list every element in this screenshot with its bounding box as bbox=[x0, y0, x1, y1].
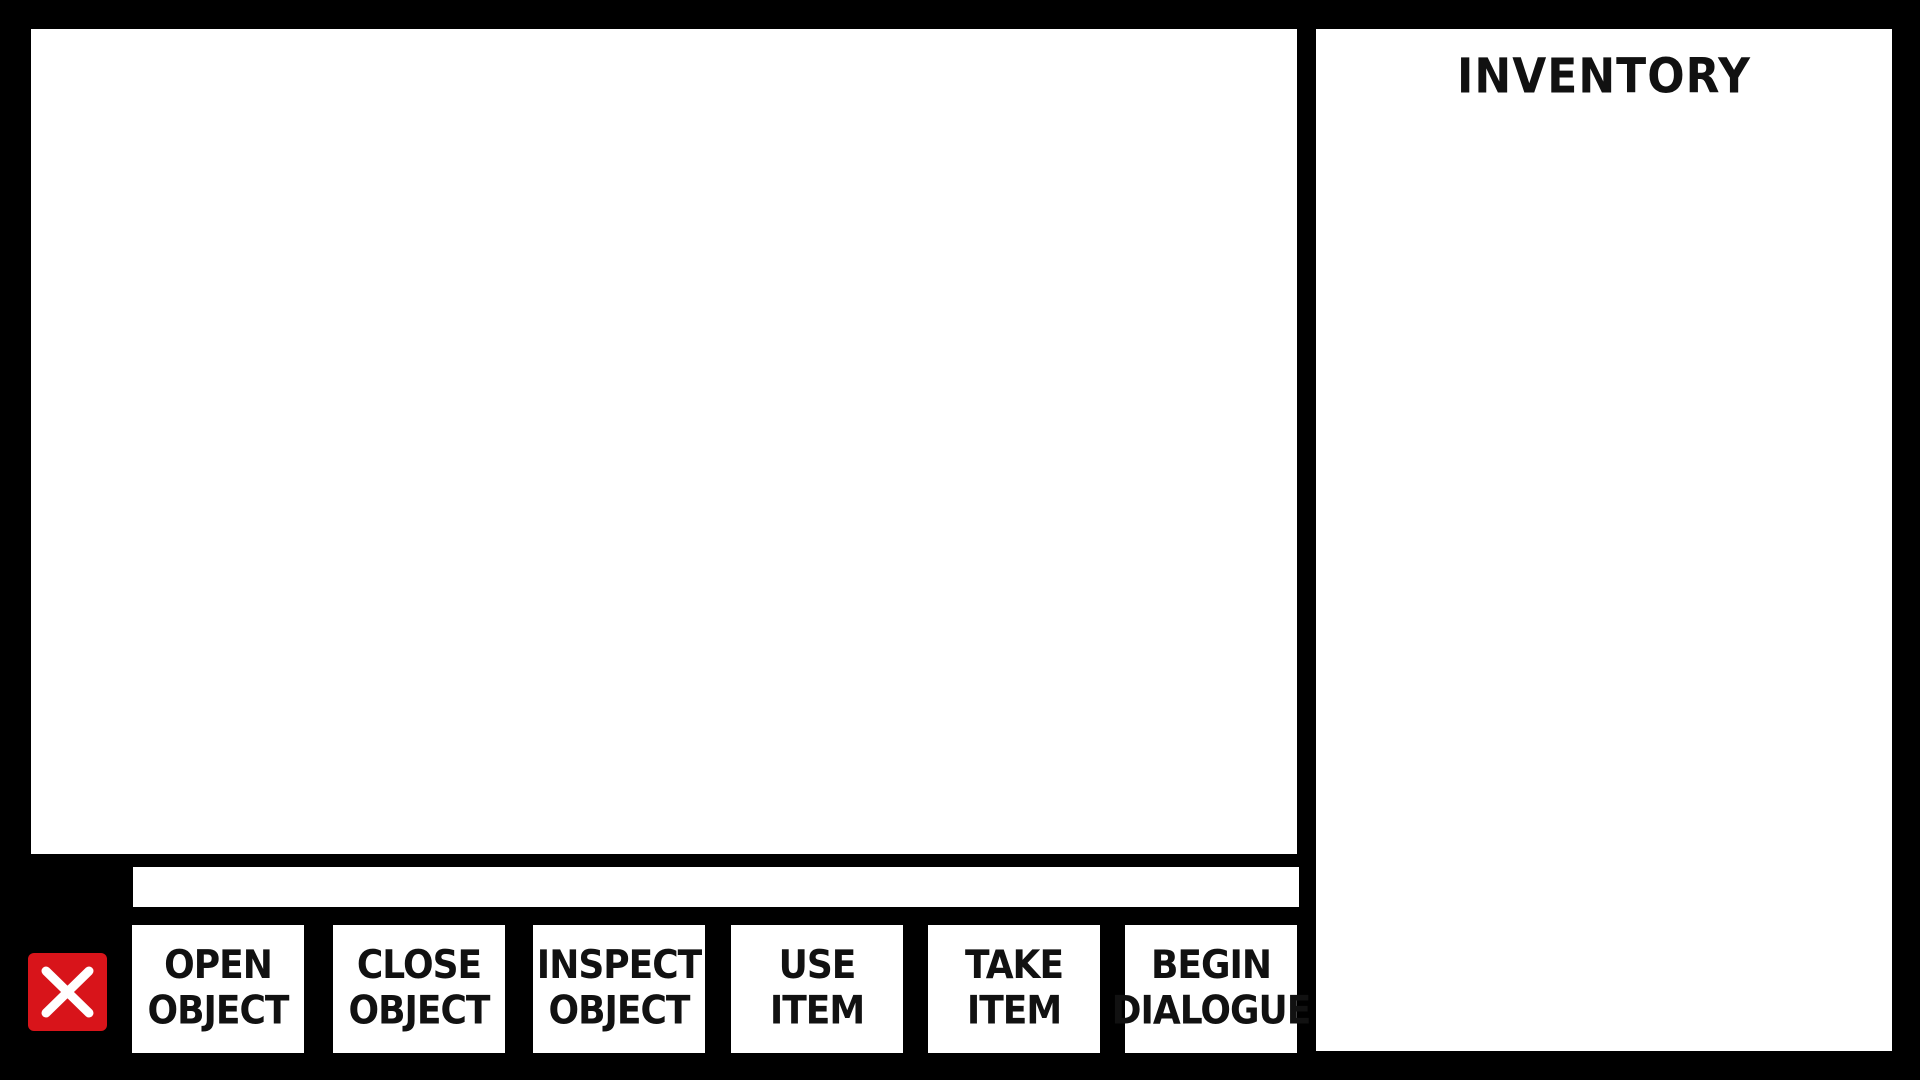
use-item-button[interactable]: USE ITEM bbox=[731, 925, 903, 1053]
close-object-label: CLOSE OBJECT bbox=[348, 943, 490, 1034]
inventory-title: INVENTORY bbox=[1457, 48, 1751, 105]
take-item-button[interactable]: TAKE ITEM bbox=[928, 925, 1100, 1053]
begin-dialogue-button[interactable]: BEGIN DIALOGUE bbox=[1112, 925, 1311, 1053]
inventory-panel: INVENTORY bbox=[1316, 29, 1892, 1051]
inspect-object-button[interactable]: INSPECT OBJECT bbox=[533, 925, 705, 1053]
take-item-label: TAKE ITEM bbox=[964, 943, 1064, 1034]
open-object-button[interactable]: OPEN OBJECT bbox=[132, 925, 304, 1053]
close-x-icon bbox=[41, 966, 94, 1018]
open-object-label: OPEN OBJECT bbox=[147, 943, 289, 1034]
use-item-label: USE ITEM bbox=[769, 943, 865, 1034]
scene-view[interactable] bbox=[31, 29, 1297, 854]
command-input[interactable] bbox=[133, 867, 1299, 907]
close-button[interactable] bbox=[28, 953, 107, 1031]
inspect-object-label: INSPECT OBJECT bbox=[536, 943, 702, 1034]
begin-dialogue-label: BEGIN DIALOGUE bbox=[1111, 943, 1312, 1034]
close-object-button[interactable]: CLOSE OBJECT bbox=[333, 925, 505, 1053]
inventory-items[interactable] bbox=[1336, 129, 1872, 1031]
